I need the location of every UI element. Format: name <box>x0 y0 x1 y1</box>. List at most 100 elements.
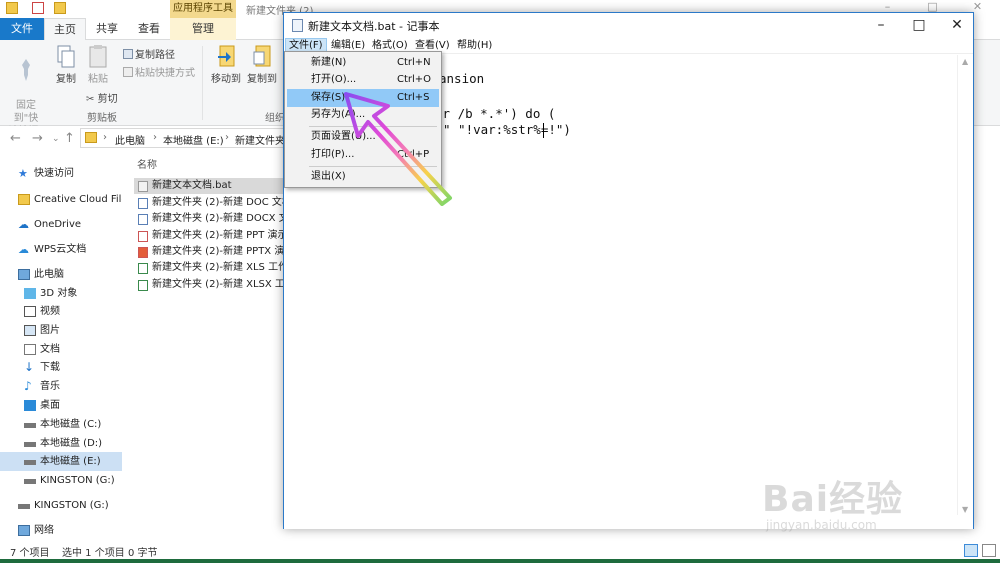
sidebar-item-network[interactable]: 网络 <box>0 521 122 540</box>
file-list: 名称 新建文本文档.bat 新建文件夹 (2)-新建 DOC 文档 新建文件夹 … <box>124 150 286 540</box>
sidebar-item-drive-d[interactable]: 本地磁盘 (D:) <box>0 434 122 453</box>
recent-locations-icon[interactable]: ⌄ <box>52 134 60 144</box>
folder-icon <box>6 2 18 14</box>
details-view-icon[interactable] <box>964 544 978 557</box>
scroll-down-icon[interactable]: ▼ <box>962 505 968 514</box>
sidebar-item-desktop[interactable]: 桌面 <box>0 396 122 415</box>
tab-file[interactable]: 文件 <box>0 18 44 40</box>
network-icon <box>18 525 30 536</box>
file-row[interactable]: 新建文件夹 (2)-新建 PPTX 演示 <box>134 244 286 260</box>
file-row[interactable]: 新建文件夹 (2)-新建 DOCX 文 <box>134 211 286 227</box>
sidebar-label: KINGSTON (G:) <box>34 500 109 511</box>
sidebar-item-downloads[interactable]: ↓ 下载 <box>0 358 122 377</box>
scissors-icon: ✂ <box>86 94 95 105</box>
sidebar-item-drive-e[interactable]: 本地磁盘 (E:) <box>0 452 122 471</box>
up-icon[interactable]: ↑ <box>64 131 75 146</box>
forward-icon[interactable]: → <box>32 131 43 146</box>
sidebar-item-this-pc[interactable]: 此电脑 <box>0 265 122 284</box>
file-name: 新建文件夹 (2)-新建 PPTX 演示 <box>152 246 286 257</box>
sidebar-label: 视频 <box>40 306 60 317</box>
document-icon <box>24 344 36 355</box>
sidebar-item-drive-c[interactable]: 本地磁盘 (C:) <box>0 415 122 434</box>
sidebar-item-quick-access[interactable]: ★ 快速访问 <box>0 164 122 183</box>
move-to-label: 移动到 <box>211 74 241 85</box>
file-row[interactable]: 新建文件夹 (2)-新建 XLS 工作表 <box>134 260 286 276</box>
breadcrumb-this-pc[interactable]: 此电脑 <box>115 132 145 147</box>
notepad-vertical-scrollbar[interactable]: ▲ ▼ <box>957 55 973 517</box>
properties-icon[interactable] <box>32 2 44 14</box>
clipboard-group-label: 剪贴板 <box>87 113 117 124</box>
menu-help[interactable]: 帮助(H) <box>454 38 495 53</box>
sidebar-label: 快速访问 <box>34 168 74 179</box>
back-icon[interactable]: ← <box>10 131 21 146</box>
sidebar-item-documents[interactable]: 文档 <box>0 340 122 359</box>
text-line: ansion <box>439 71 485 86</box>
music-icon: ♪ <box>24 379 32 393</box>
notepad-close-button[interactable]: ✕ <box>938 13 976 37</box>
copy-to-button[interactable]: 复制到 <box>242 44 282 86</box>
paste-shortcut-label: 粘贴快捷方式 <box>135 68 195 79</box>
cut-button[interactable]: ✂ 剪切 <box>86 90 118 105</box>
sidebar-item-creative-cloud[interactable]: Creative Cloud Files <box>0 190 122 209</box>
menu-item-new[interactable]: 新建(N) Ctrl+N <box>287 54 439 72</box>
status-bar: 7 个项目 选中 1 个项目 0 字节 <box>0 540 1000 560</box>
sidebar-item-pictures[interactable]: 图片 <box>0 321 122 340</box>
sidebar-item-3d-objects[interactable]: 3D 对象 <box>0 284 122 303</box>
sidebar-item-kingston-1[interactable]: KINGSTON (G:) <box>0 471 122 490</box>
notepad-minimize-button[interactable]: – <box>862 13 900 37</box>
status-size: 0 字节 <box>128 548 158 559</box>
copy-path-button[interactable]: 复制路径 <box>123 46 175 61</box>
pptx-file-icon <box>138 247 148 258</box>
folder-icon <box>85 132 97 143</box>
sidebar-label: 桌面 <box>40 400 60 411</box>
paste-icon <box>89 45 107 68</box>
context-tab-app-tools: 应用程序工具 <box>170 0 236 18</box>
status-selected: 选中 1 个项目 <box>62 548 125 559</box>
picture-icon <box>24 325 36 336</box>
sidebar-item-kingston-2[interactable]: KINGSTON (G:) <box>0 496 122 515</box>
drive-icon <box>24 423 36 428</box>
paste-button[interactable]: 粘贴 <box>78 44 118 86</box>
tab-home[interactable]: 主页 <box>44 18 86 40</box>
creative-cloud-icon <box>18 194 30 205</box>
status-item-count: 7 个项目 <box>10 548 50 559</box>
file-row[interactable]: 新建文件夹 (2)-新建 XLSX 工作 <box>134 277 286 293</box>
sidebar-label: 此电脑 <box>34 269 64 280</box>
file-row[interactable]: 新建文件夹 (2)-新建 PPT 演示文 <box>134 228 286 244</box>
move-to-icon <box>218 45 235 67</box>
new-folder-icon[interactable] <box>54 2 66 14</box>
breadcrumb-drive-e[interactable]: 本地磁盘 (E:) <box>163 132 224 147</box>
scroll-up-icon[interactable]: ▲ <box>962 57 968 66</box>
drive-icon <box>24 479 36 484</box>
breadcrumb-folder[interactable]: 新建文件夹 <box>235 132 285 147</box>
paste-shortcut-icon <box>123 67 133 77</box>
download-icon: ↓ <box>24 360 35 374</box>
sidebar-item-videos[interactable]: 视频 <box>0 302 122 321</box>
video-icon <box>24 306 36 317</box>
column-header-name[interactable]: 名称 <box>137 156 157 171</box>
sidebar-item-music[interactable]: ♪ 音乐 <box>0 377 122 396</box>
file-row[interactable]: 新建文件夹 (2)-新建 DOC 文档 <box>134 195 286 211</box>
breadcrumb-chevron-icon: › <box>103 132 107 143</box>
sidebar-item-wps-cloud[interactable]: ☁ WPS云文档 <box>0 240 122 259</box>
large-icons-view-icon[interactable] <box>982 544 996 557</box>
tab-share[interactable]: 共享 <box>86 18 128 40</box>
ribbon-separator <box>202 46 203 120</box>
baidu-watermark: Bai经验 jingyan.baidu.com <box>762 460 962 540</box>
sidebar-item-onedrive[interactable]: ☁ OneDrive <box>0 215 122 234</box>
navigation-pane: ★ 快速访问 Creative Cloud Files ☁ OneDrive ☁… <box>0 150 124 540</box>
sidebar-label: 本地磁盘 (E:) <box>40 456 101 467</box>
notepad-maximize-button[interactable]: □ <box>900 13 938 37</box>
tab-view[interactable]: 查看 <box>128 18 170 40</box>
paste-shortcut-button[interactable]: 粘贴快捷方式 <box>123 64 195 79</box>
address-bar[interactable]: › 此电脑 › 本地磁盘 (E:) › 新建文件夹 <box>80 128 290 148</box>
docx-file-icon <box>138 214 148 225</box>
move-to-button[interactable]: 移动到 <box>206 44 246 86</box>
file-name: 新建文件夹 (2)-新建 DOCX 文 <box>152 213 286 224</box>
pin-quick-access-button[interactable]: 固定到"快 速访问" <box>4 44 48 138</box>
file-row[interactable]: 新建文本文档.bat <box>134 178 286 194</box>
sidebar-label: 本地磁盘 (D:) <box>40 438 103 449</box>
sidebar-label: 3D 对象 <box>40 288 78 299</box>
paste-label: 粘贴 <box>88 74 108 85</box>
tab-manage[interactable]: 管理 <box>170 18 236 40</box>
